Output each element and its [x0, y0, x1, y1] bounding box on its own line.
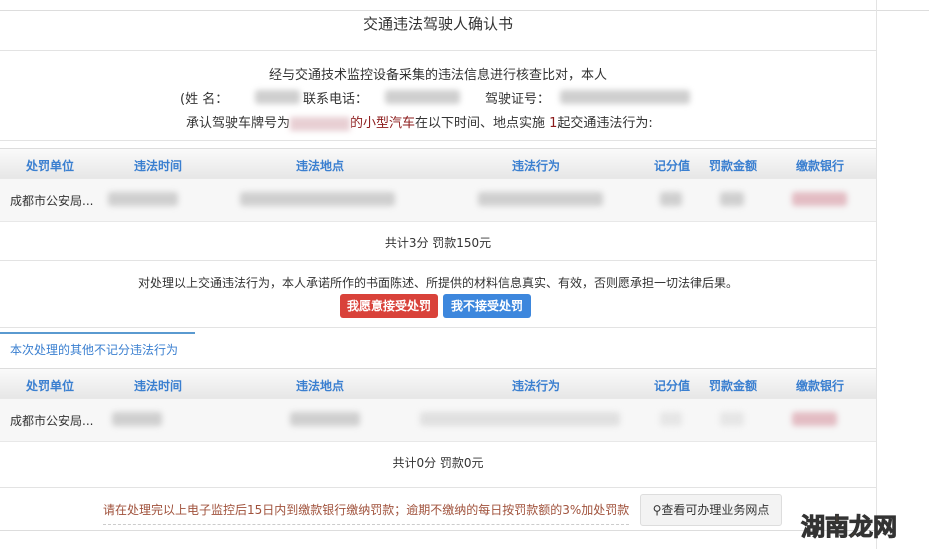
- line3-rest: 在以下时间、地点实施: [415, 116, 546, 131]
- line3-end: 起交通违法行为:: [557, 116, 653, 131]
- phone-redacted: [385, 90, 460, 104]
- col-behavior: 违法行为: [511, 379, 561, 393]
- page-title: 交通违法驾驶人确认书: [362, 15, 513, 33]
- cell-unit: 成都市公安局...: [10, 194, 94, 208]
- redacted-behavior: [478, 192, 603, 206]
- intro-line-3: 承认驾驶车牌号为 的小型汽车在以下时间、地点实施 1起交通违法行为:: [186, 112, 653, 131]
- name-redacted: [255, 90, 300, 104]
- col-time: 违法时间: [133, 159, 183, 173]
- intro-line-1: 经与交通技术监控设备采集的违法信息进行核查比对，本人: [268, 68, 607, 83]
- redacted-fine: [720, 412, 744, 426]
- col-location: 违法地点: [295, 379, 345, 393]
- divider: [0, 140, 876, 141]
- top-scroll-strip: [0, 0, 929, 11]
- tab-other-violations[interactable]: 本次处理的其他不记分违法行为: [10, 341, 178, 358]
- license-redacted: [560, 90, 690, 104]
- license-label: 驾驶证号：: [485, 92, 551, 107]
- col-fine: 罚款金额: [708, 379, 758, 393]
- redacted-bank: [792, 192, 847, 206]
- col-unit: 处罚单位: [25, 159, 75, 173]
- divider: [0, 260, 876, 261]
- name-label: (姓 名：: [180, 92, 229, 107]
- table1-header: 处罚单位 违法时间 违法地点 违法行为 记分值 罚款金额 缴款银行: [0, 148, 876, 179]
- redacted-location: [240, 192, 395, 206]
- payment-notice: 请在处理完以上电子监控后15日内到缴款银行缴纳罚款；逾期不缴纳的每日按罚款额的3…: [103, 501, 630, 525]
- right-border: [876, 0, 877, 549]
- redacted-fine: [720, 192, 744, 206]
- table1-total: 共计3分 罚款150元: [384, 236, 492, 250]
- phone-label: 联系电话：: [303, 92, 369, 107]
- vehicle-type: 小型汽车: [363, 116, 416, 131]
- col-location: 违法地点: [295, 159, 345, 173]
- redacted-bank: [792, 412, 837, 426]
- redacted-behavior: [420, 412, 620, 426]
- promise-text: 对处理以上交通违法行为，本人承诺所作的书面陈述、所提供的材料信息真实、有效，否则…: [137, 276, 738, 290]
- view-service-outlets-button[interactable]: ⚲查看可办理业务网点: [640, 494, 782, 526]
- table2-total: 共计0分 罚款0元: [392, 456, 484, 470]
- redacted-points: [660, 192, 682, 206]
- redacted-location: [290, 412, 360, 426]
- col-fine: 罚款金额: [708, 159, 758, 173]
- accept-penalty-button[interactable]: 我愿意接受处罚: [340, 294, 438, 318]
- cell-unit: 成都市公安局...: [10, 414, 94, 428]
- tab-underline: [0, 332, 195, 334]
- divider: [0, 50, 876, 51]
- col-points: 记分值: [653, 159, 691, 173]
- reject-penalty-button[interactable]: 我不接受处罚: [443, 294, 531, 318]
- divider: [0, 327, 876, 328]
- view-service-outlets-label: 查看可办理业务网点: [661, 503, 770, 517]
- table-row[interactable]: 成都市公安局...: [0, 398, 876, 442]
- col-unit: 处罚单位: [25, 379, 75, 393]
- redacted-time: [108, 192, 178, 206]
- redacted-time: [112, 412, 162, 426]
- plate-prefix: 承认驾驶车牌号为: [186, 116, 291, 131]
- watermark-logo: 湖南龙网: [801, 513, 898, 542]
- col-points: 记分值: [653, 379, 691, 393]
- table-row[interactable]: 成都市公安局...: [0, 178, 876, 222]
- plate-suffix: 的: [350, 116, 364, 131]
- col-behavior: 违法行为: [511, 159, 561, 173]
- col-bank: 缴款银行: [795, 159, 845, 173]
- table2-header: 处罚单位 违法时间 违法地点 违法行为 记分值 罚款金额 缴款银行: [0, 368, 876, 399]
- col-time: 违法时间: [133, 379, 183, 393]
- col-bank: 缴款银行: [795, 379, 845, 393]
- redacted-points: [660, 412, 682, 426]
- plate-redacted: [290, 116, 351, 131]
- intro-line-2: (姓 名： 联系电话： 驾驶证号：: [180, 88, 780, 107]
